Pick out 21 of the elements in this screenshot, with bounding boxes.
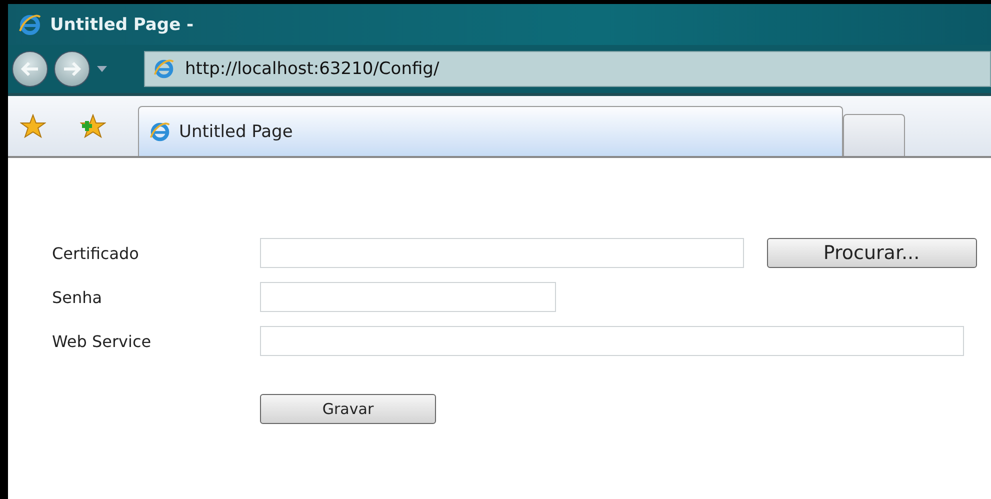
field-label: Certificado bbox=[52, 244, 140, 262]
address-field[interactable]: http://localhost:63210/Config/ bbox=[144, 51, 991, 87]
browser-tab[interactable]: Untitled Page bbox=[138, 106, 843, 156]
browser-icon bbox=[18, 12, 42, 36]
url-text: http://localhost:63210/Config/ bbox=[185, 59, 440, 79]
field-label: Web Service bbox=[52, 332, 152, 350]
input-field[interactable] bbox=[260, 282, 556, 312]
browser-icon bbox=[153, 58, 175, 80]
browser-icon bbox=[149, 120, 171, 142]
input-field[interactable] bbox=[260, 238, 744, 268]
back-button[interactable] bbox=[12, 51, 48, 87]
save-button[interactable]: Gravar bbox=[260, 394, 436, 424]
browser-tab[interactable] bbox=[843, 114, 905, 156]
window-title: Untitled Page - bbox=[50, 14, 194, 34]
browse-button[interactable]: Procurar... bbox=[766, 238, 976, 268]
field-label: Senha bbox=[52, 288, 104, 306]
input-field[interactable] bbox=[260, 326, 964, 356]
dropdown-caret-icon[interactable] bbox=[96, 65, 108, 73]
favorites-star-icon[interactable] bbox=[20, 114, 46, 138]
forward-button[interactable] bbox=[54, 51, 90, 87]
add-favorite-icon[interactable] bbox=[80, 114, 106, 138]
